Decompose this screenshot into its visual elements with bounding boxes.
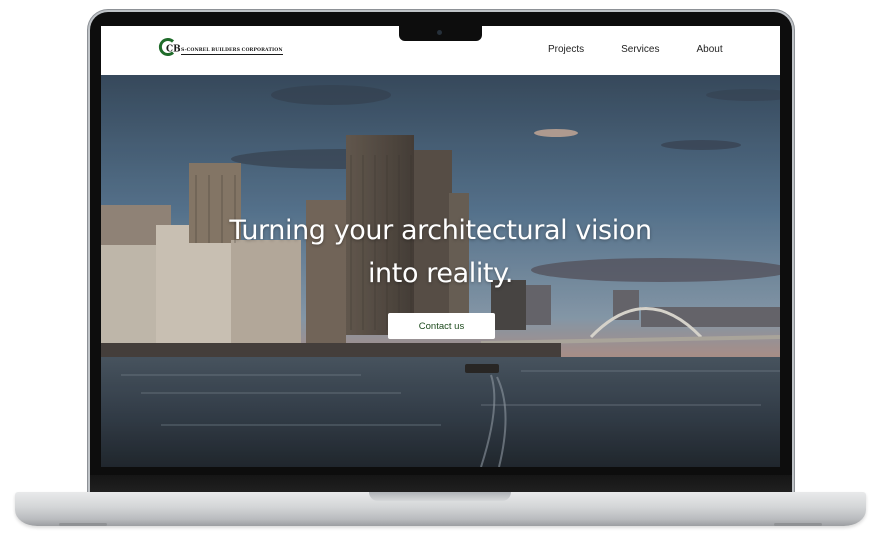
camera-notch — [399, 26, 482, 41]
camera-icon — [437, 30, 442, 35]
website-screen: CB S-CONREL BUILDERS CORPORATION Project… — [101, 26, 780, 467]
contact-us-button[interactable]: Contact us — [388, 313, 495, 339]
hero-headline: Turning your architectural vision into r… — [101, 209, 780, 295]
hero-headline-line-1: Turning your architectural vision — [229, 215, 652, 246]
nav-link-projects[interactable]: Projects — [548, 44, 584, 55]
trackpad-notch — [369, 492, 511, 501]
hero-headline-line-2: into reality. — [367, 258, 514, 289]
base-foot-left — [59, 523, 107, 526]
brand-logo-mark-icon: CB — [158, 38, 180, 56]
hero-section: Turning your architectural vision into r… — [101, 75, 780, 467]
brand-logo-text: S-CONREL BUILDERS CORPORATION — [181, 48, 283, 55]
brand-logo[interactable]: CB S-CONREL BUILDERS CORPORATION — [158, 36, 283, 58]
nav-link-about[interactable]: About — [696, 44, 722, 55]
laptop-base — [15, 492, 866, 526]
nav-link-services[interactable]: Services — [621, 44, 659, 55]
base-foot-right — [774, 523, 822, 526]
logo-mark-letters: CB — [166, 45, 180, 55]
main-nav: Projects Services About — [548, 44, 723, 55]
